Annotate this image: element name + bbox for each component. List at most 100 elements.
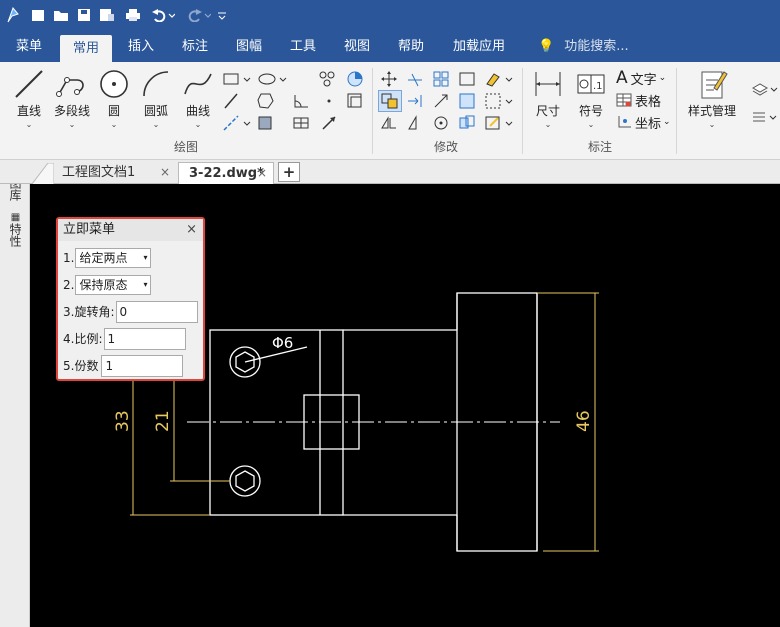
title-bar [0,0,780,32]
chevron-down-icon: ⌄ [194,120,202,129]
tab-common[interactable]: 常用 [60,35,112,62]
centerline-icon[interactable] [222,114,256,132]
tab-addons[interactable]: 加载应用 [446,32,512,62]
dim-46-text: 46 [574,410,594,432]
open-icon[interactable] [52,6,70,24]
add-tab-button[interactable]: + [278,162,300,182]
edit-icon[interactable] [484,114,518,132]
left-sidebar: ▤图库 ▦特性 [0,160,30,627]
tab-view[interactable]: 视图 [332,32,382,62]
arc-label: 圆弧 [143,104,168,118]
chevron-down-icon: ⌄ [658,73,667,83]
save-as-icon[interactable] [98,6,116,24]
app-logo-icon[interactable] [4,6,22,24]
print-icon[interactable] [124,6,142,24]
coordinate-icon [618,116,631,128]
curve-label: 曲线 [185,104,210,118]
polyline-button[interactable]: 多段线 ⌄ [50,68,94,129]
mode-select-value: 给定两点 [79,251,128,265]
dropdown-arrow-icon: ▾ [143,253,148,262]
trim-icon[interactable] [406,70,424,88]
mirror-icon[interactable] [380,114,398,132]
dimension-group-label: 标注 [588,140,613,154]
save-icon[interactable] [76,6,92,24]
rotation-angle-input[interactable]: 0 [115,301,198,323]
break-icon[interactable] [458,114,476,132]
move-icon[interactable] [380,70,398,88]
divider [522,68,523,154]
region-icon[interactable] [256,114,274,132]
table-icon [616,93,632,107]
list-icon[interactable] [750,108,778,126]
pen-icon[interactable] [222,92,240,110]
table-button[interactable]: 表格 [616,90,661,110]
tab-help[interactable]: 帮助 [386,32,436,62]
pie-icon[interactable] [346,70,364,88]
line-button[interactable]: 直线 ⌄ [12,68,46,129]
option-row-1: 1. 给定两点 ▾ [63,247,152,269]
document-tab-strip: 工程图文档1 × 3-22.dwg* × + [0,160,780,184]
curve-icon [184,73,212,95]
stretch-icon[interactable] [458,92,476,110]
search-placeholder: 功能搜索... [564,39,629,54]
tab-tools[interactable]: 工具 [278,32,328,62]
tab-frame[interactable]: 图幅 [224,32,274,62]
option-row-5: 5.份数 1 [63,355,184,377]
tab-document-1[interactable]: 工程图文档1 × [52,162,176,184]
array-icon[interactable] [432,70,450,88]
ellipse-icon[interactable] [258,70,292,88]
mode-select[interactable]: 给定两点 ▾ [75,248,152,268]
rotate-icon[interactable] [432,114,450,132]
redo-icon[interactable] [182,6,212,24]
point-icon[interactable] [320,92,338,110]
offset-icon[interactable] [406,114,424,132]
scale-icon[interactable] [432,92,450,110]
symbol-button[interactable]: .1 符号 ⌄ [574,68,608,129]
arc-button[interactable]: 圆弧 ⌄ [138,68,174,129]
eraser-icon[interactable] [484,70,518,88]
circle-button[interactable]: 圆 ⌄ [98,68,130,129]
arc-icon [143,71,169,97]
close-icon[interactable]: × [160,162,170,183]
text-button[interactable]: A 文字 ⌄ [616,68,666,88]
dim-phi6-text: Φ6 [272,334,293,352]
customize-icon[interactable] [216,6,228,24]
symbol-label: 符号 [578,104,603,118]
hatch-pattern-icon[interactable] [318,70,336,88]
new-icon[interactable] [30,6,46,24]
tab-document-active-label: 3-22.dwg* [189,166,264,181]
dashed-box-icon[interactable] [484,92,518,110]
state-select[interactable]: 保持原态 ▾ [75,275,152,295]
sidebar-tab-properties[interactable]: ▦特性 [7,212,24,247]
close-icon[interactable]: × [257,163,267,184]
function-search[interactable]: 💡 功能搜索... [538,32,629,62]
copy-button-active[interactable] [378,90,402,112]
table-grid-icon[interactable] [292,114,310,132]
polyline-label: 多段线 [53,104,90,118]
coord-label: 坐标 [635,116,662,132]
polygon-icon[interactable] [256,92,274,110]
copy-icon [381,93,398,109]
tab-menu[interactable]: 菜单 [4,32,54,62]
scale-input[interactable]: 1 [103,328,186,350]
arrow-icon[interactable] [320,114,338,132]
dimension-button[interactable]: 尺寸 ⌄ [530,68,566,129]
copies-input[interactable]: 1 [101,355,184,377]
coord-button[interactable]: 坐标 ⌄ [616,112,671,132]
curve-button[interactable]: 曲线 ⌄ [180,68,216,129]
angle-icon[interactable] [292,92,310,110]
fillet-icon[interactable] [458,70,476,88]
close-icon[interactable]: × [186,219,197,241]
undo-icon[interactable] [148,6,176,24]
layer-icon[interactable] [750,80,778,98]
style-manage-button[interactable]: 样式管理 ⌄ [684,68,740,129]
chevron-down-icon: ⌄ [663,117,671,127]
rectangle-icon[interactable] [222,70,256,88]
box-icon[interactable] [346,92,364,110]
tab-insert[interactable]: 插入 [116,32,166,62]
style-manage-icon [701,71,728,99]
menu-bar: 菜单 常用 插入 标注 图幅 工具 视图 帮助 加载应用 💡 功能搜索... [0,32,780,62]
tab-document-active[interactable]: 3-22.dwg* × [178,162,274,184]
extend-icon[interactable] [406,92,424,110]
tab-annotate[interactable]: 标注 [170,32,220,62]
